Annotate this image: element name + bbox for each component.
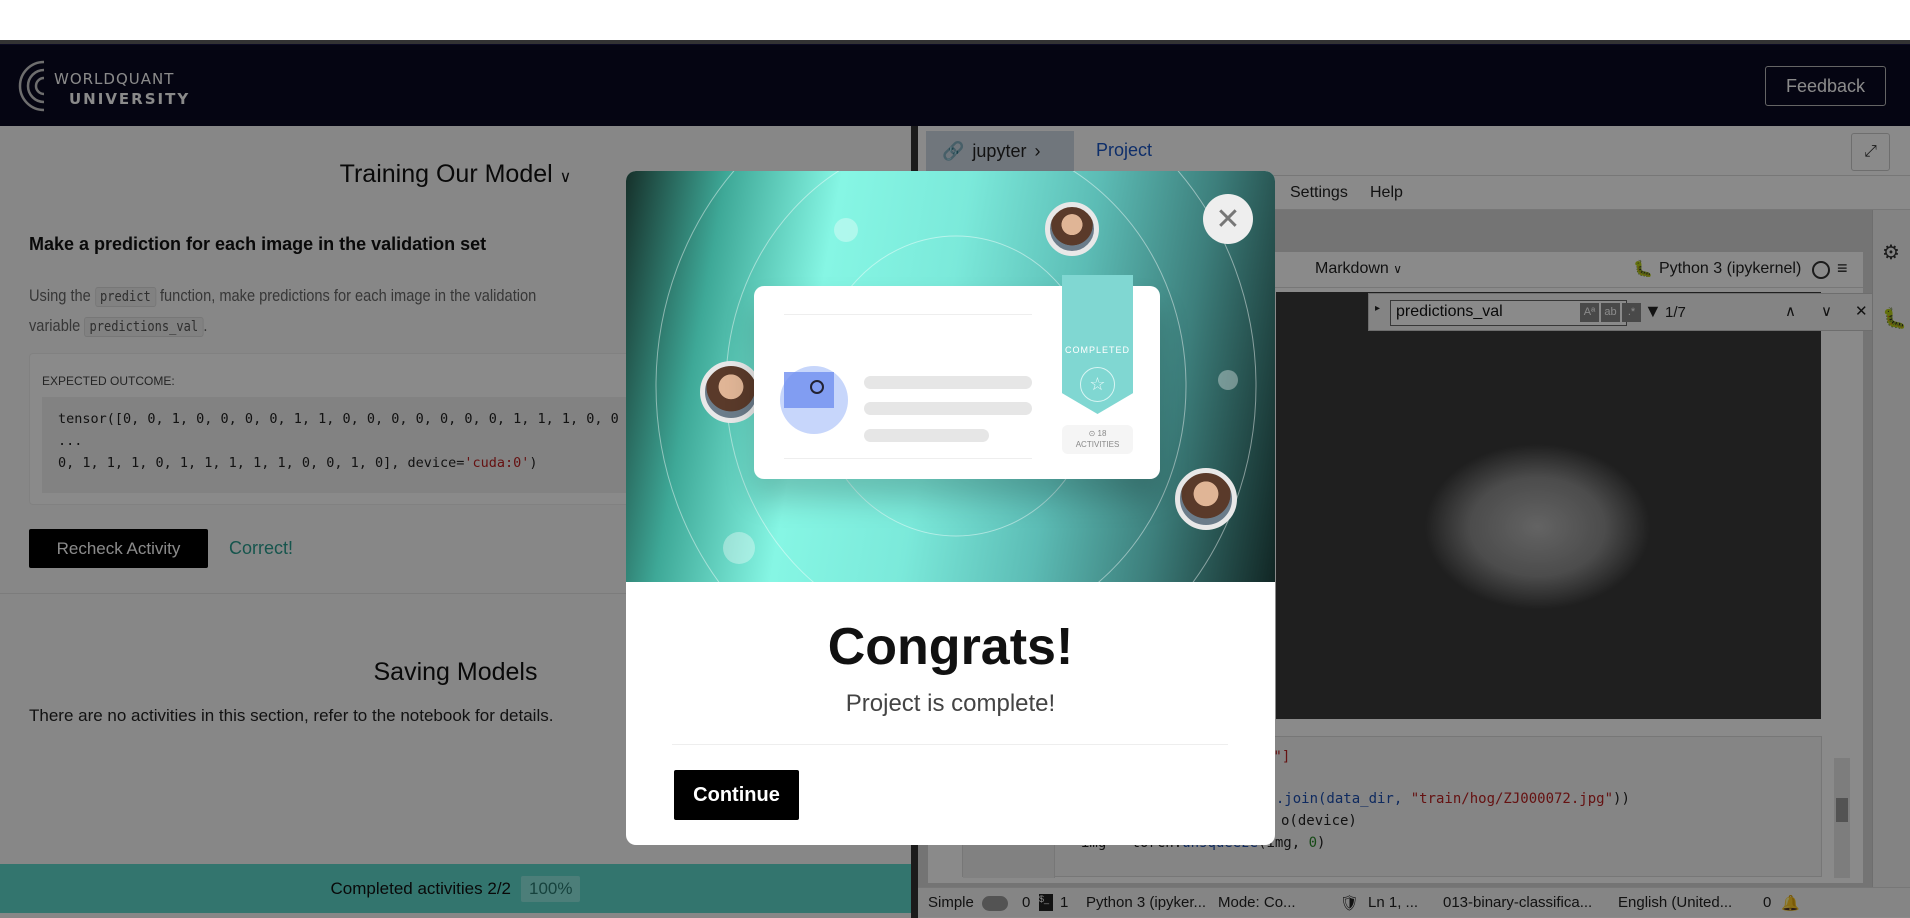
placeholder-bar (864, 376, 1032, 389)
divider (784, 314, 1032, 315)
completed-ribbon: COMPLETED ☆ (1062, 275, 1133, 414)
avatar (1045, 202, 1099, 256)
modal-hero-illustration: ✕ COMPLETED ☆ ⊙ 18 ACTIVITIES (626, 171, 1275, 582)
congrats-modal: ✕ COMPLETED ☆ ⊙ 18 ACTIVITIES Congrats! P… (626, 171, 1275, 845)
close-icon: ✕ (1215, 202, 1241, 236)
modal-subtitle: Project is complete! (845, 690, 1056, 717)
placeholder-bar (864, 429, 989, 442)
activities-count: 18 (1097, 429, 1107, 438)
star-icon: ☆ (1080, 367, 1115, 402)
modal-title: Congrats! (827, 618, 1074, 676)
analyst-illustration (780, 366, 848, 434)
browser-top-strip (0, 0, 1910, 40)
ribbon-label: COMPLETED (1064, 345, 1130, 355)
check-clock-icon: ⊙ (1088, 429, 1096, 438)
divider (784, 458, 1032, 459)
avatar (1175, 468, 1237, 530)
placeholder-bar (864, 402, 1032, 415)
continue-button[interactable]: Continue (674, 770, 799, 820)
divider (672, 744, 1228, 745)
project-card-illustration: COMPLETED ☆ ⊙ 18 ACTIVITIES (754, 275, 1160, 479)
activities-badge: ⊙ 18 ACTIVITIES (1062, 425, 1133, 454)
close-modal-button[interactable]: ✕ (1203, 194, 1253, 244)
activities-label: ACTIVITIES (1075, 440, 1120, 449)
avatar (700, 361, 762, 423)
